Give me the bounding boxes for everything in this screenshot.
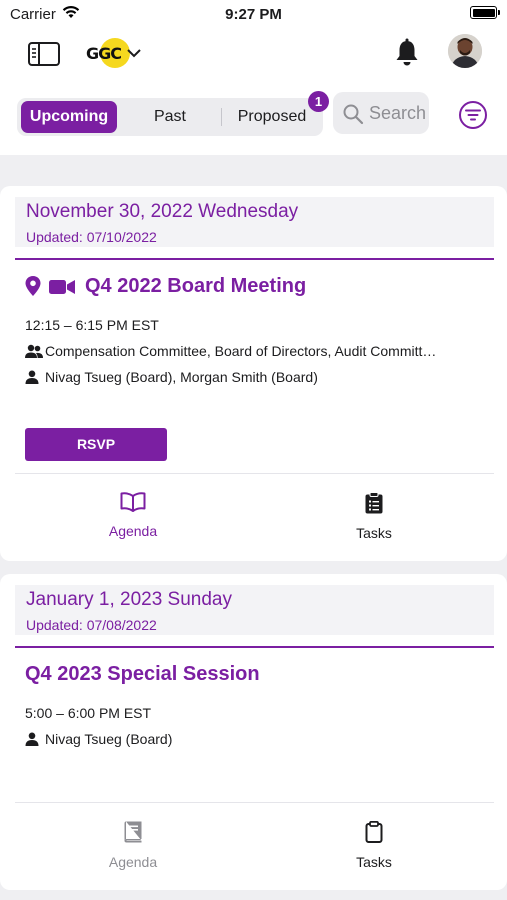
meeting-card[interactable]: November 30, 2022 Wednesday Updated: 07/… [0, 186, 507, 561]
meeting-date: November 30, 2022 Wednesday [26, 201, 299, 222]
status-bar: Carrier 9:27 PM [0, 0, 507, 30]
search-box[interactable] [333, 92, 429, 134]
tasks-label: Tasks [356, 854, 392, 870]
agenda-label: Agenda [108, 523, 158, 539]
meeting-type-icons [25, 276, 77, 298]
agenda-button: Agenda [63, 821, 203, 870]
meeting-time: 12:15 – 6:15 PM EST [25, 317, 159, 333]
attendees-text: Nivag Tsueg (Board) [45, 731, 173, 747]
meeting-title[interactable]: Q4 2022 Board Meeting [85, 275, 306, 298]
meeting-committees: Compensation Committee, Board of Directo… [25, 343, 436, 361]
tasks-label: Tasks [356, 525, 392, 541]
notification-bell-icon[interactable] [394, 38, 420, 68]
meeting-date-band: January 1, 2023 Sunday Updated: 07/08/20… [15, 585, 494, 635]
battery-icon [470, 6, 500, 19]
book-icon [123, 821, 143, 847]
meeting-filter-segmented-control: Upcoming Past Proposed [17, 98, 323, 136]
open-book-icon [120, 492, 146, 516]
committees-text: Compensation Committee, Board of Directo… [45, 343, 437, 359]
group-icon [25, 344, 45, 361]
meeting-time: 5:00 – 6:00 PM EST [25, 705, 152, 721]
proposed-count-badge: 1 [308, 91, 329, 112]
agenda-button[interactable]: Agenda [63, 492, 203, 539]
header: GGC Upcoming Past Proposed 1 [0, 30, 507, 155]
divider [15, 802, 494, 803]
logo-text: GGC [86, 44, 122, 63]
meeting-attendees: Nivag Tsueg (Board) [25, 731, 172, 749]
filter-icon[interactable] [458, 100, 488, 130]
location-pin-icon [25, 276, 41, 301]
segment-past[interactable]: Past [121, 101, 219, 133]
meeting-card[interactable]: January 1, 2023 Sunday Updated: 07/08/20… [0, 574, 507, 890]
meeting-title[interactable]: Q4 2023 Special Session [25, 663, 260, 686]
person-icon [25, 732, 45, 749]
clipboard-list-icon [365, 492, 383, 518]
agenda-label: Agenda [108, 854, 158, 870]
tasks-button[interactable]: Tasks [304, 492, 444, 541]
meeting-date-band: November 30, 2022 Wednesday Updated: 07/… [15, 197, 494, 247]
clock-time: 9:27 PM [225, 6, 282, 23]
attendees-text: Nivag Tsueg (Board), Morgan Smith (Board… [45, 369, 318, 385]
segment-separator [221, 108, 222, 126]
meeting-updated-date: Updated: 07/08/2022 [26, 617, 157, 633]
meeting-updated-date: Updated: 07/10/2022 [26, 229, 157, 245]
org-switcher[interactable]: GGC [86, 36, 146, 72]
meeting-date: January 1, 2023 Sunday [26, 589, 232, 610]
clipboard-icon [365, 820, 383, 847]
rsvp-button[interactable]: RSVP [25, 428, 167, 461]
chevron-down-icon [126, 46, 142, 64]
person-icon [25, 370, 45, 387]
search-input[interactable] [369, 100, 425, 126]
divider [15, 473, 494, 474]
user-avatar[interactable] [448, 34, 482, 68]
segment-proposed[interactable]: Proposed [223, 101, 321, 133]
meeting-attendees: Nivag Tsueg (Board), Morgan Smith (Board… [25, 369, 318, 387]
divider [15, 258, 494, 260]
sidebar-toggle-icon[interactable] [27, 40, 61, 68]
segment-upcoming[interactable]: Upcoming [21, 101, 117, 133]
video-camera-icon [49, 279, 75, 300]
search-icon [342, 103, 364, 130]
tasks-button[interactable]: Tasks [304, 820, 444, 870]
divider [15, 646, 494, 648]
